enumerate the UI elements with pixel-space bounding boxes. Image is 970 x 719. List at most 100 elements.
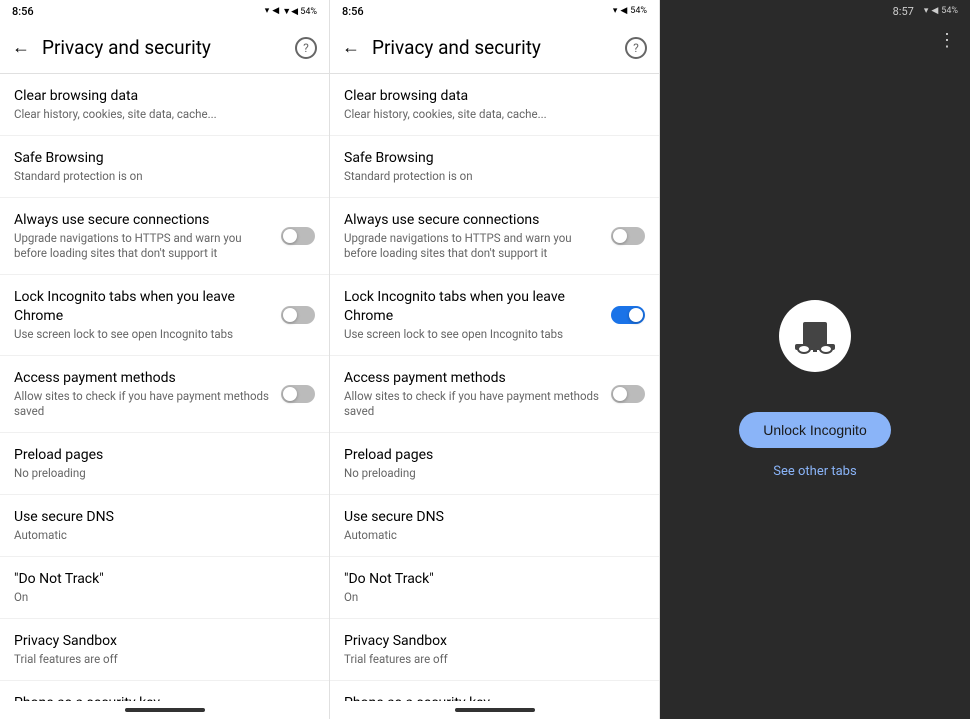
setting-item[interactable]: Clear browsing data Clear history, cookie… bbox=[330, 74, 659, 136]
glasses-bridge bbox=[813, 350, 817, 352]
setting-text: Lock Incognito tabs when you leave Chrom… bbox=[14, 288, 273, 341]
toggle-switch[interactable] bbox=[611, 227, 645, 245]
setting-text: Preload pagesNo preloading bbox=[344, 446, 645, 481]
setting-text: Clear browsing data Clear history, cookie… bbox=[344, 87, 645, 122]
setting-item[interactable]: "Do Not Track"On bbox=[330, 557, 659, 619]
setting-item[interactable]: Preload pagesNo preloading bbox=[0, 433, 329, 495]
setting-item[interactable]: Use secure DNS Automatic bbox=[330, 495, 659, 557]
back-button-1[interactable]: ← bbox=[12, 39, 30, 57]
setting-item[interactable]: Preload pagesNo preloading bbox=[330, 433, 659, 495]
setting-text: Phone as a security keyControl which dev… bbox=[344, 694, 645, 701]
setting-text: Lock Incognito tabs when you leave Chrom… bbox=[344, 288, 603, 341]
setting-item[interactable]: Safe Browsing Standard protection is on bbox=[0, 136, 329, 198]
setting-text: Use secure DNSAutomatic bbox=[14, 508, 315, 543]
toggle-switch[interactable] bbox=[281, 385, 315, 403]
status-icons-2: ▾ ◀ 54% bbox=[613, 6, 647, 16]
setting-item[interactable]: Privacy SandboxTrial features are off bbox=[0, 619, 329, 681]
header-2: ← Privacy and security ? bbox=[330, 22, 659, 74]
setting-item[interactable]: Safe Browsing Standard protection is on bbox=[330, 136, 659, 198]
setting-text: Always use secure connectionsUpgrade nav… bbox=[344, 211, 603, 261]
setting-subtitle: Allow sites to check if you have payment… bbox=[14, 389, 273, 419]
setting-title: Access payment methods bbox=[344, 369, 603, 387]
setting-text: Access payment methodsAllow sites to che… bbox=[14, 369, 273, 419]
battery-1: ▼◀ 54% bbox=[282, 6, 317, 17]
help-button-1[interactable]: ? bbox=[295, 37, 317, 59]
setting-item[interactable]: "Do Not Track"On bbox=[0, 557, 329, 619]
setting-item[interactable]: Clear browsing data Clear history, cookie… bbox=[0, 74, 329, 136]
setting-item[interactable]: Always use secure connectionsUpgrade nav… bbox=[330, 198, 659, 275]
setting-title: Clear browsing data bbox=[14, 87, 315, 105]
setting-text: "Do Not Track"On bbox=[14, 570, 315, 605]
setting-subtitle: Clear history, cookies, site data, cache… bbox=[14, 107, 315, 122]
help-button-2[interactable]: ? bbox=[625, 37, 647, 59]
setting-item[interactable]: Phone as a security keyControl which dev… bbox=[0, 681, 329, 701]
setting-item[interactable]: Use secure DNSAutomatic bbox=[0, 495, 329, 557]
setting-text: Safe Browsing Standard protection is on bbox=[14, 149, 315, 184]
unlock-incognito-button[interactable]: Unlock Incognito bbox=[739, 412, 891, 448]
setting-text: "Do Not Track"On bbox=[344, 570, 645, 605]
time-2: 8:56 bbox=[342, 5, 364, 18]
toggle-switch[interactable] bbox=[281, 306, 315, 324]
setting-text: Always use secure connectionsUpgrade nav… bbox=[14, 211, 273, 261]
setting-title: Phone as a security key bbox=[14, 694, 315, 701]
glasses-icon bbox=[795, 344, 835, 354]
glasses-left bbox=[797, 344, 811, 354]
incognito-avatar bbox=[779, 300, 851, 372]
status-bar-1: 8:56 ▾ ◀ ▼◀ 54% bbox=[0, 0, 329, 22]
nav-indicator-1 bbox=[125, 708, 205, 712]
setting-subtitle: Automatic bbox=[14, 528, 315, 543]
toggle-switch[interactable] bbox=[281, 227, 315, 245]
battery-2: 54% bbox=[630, 6, 647, 16]
setting-title: Safe Browsing bbox=[14, 149, 315, 167]
setting-subtitle: Trial features are off bbox=[14, 652, 315, 667]
setting-item[interactable]: Lock Incognito tabs when you leave Chrom… bbox=[330, 275, 659, 355]
setting-item[interactable]: Access payment methods Allow sites to che… bbox=[330, 356, 659, 433]
setting-item[interactable]: Access payment methodsAllow sites to che… bbox=[0, 356, 329, 433]
setting-title: Safe Browsing bbox=[344, 149, 645, 167]
setting-subtitle: Automatic bbox=[344, 528, 645, 543]
setting-subtitle: Use screen lock to see open Incognito ta… bbox=[344, 327, 603, 342]
status-icons-1: ▾ ◀ ▼◀ 54% bbox=[265, 6, 317, 17]
incognito-header: ⋮ bbox=[660, 22, 970, 59]
see-other-tabs-link[interactable]: See other tabs bbox=[773, 464, 856, 479]
setting-item[interactable]: Lock Incognito tabs when you leave Chrom… bbox=[0, 275, 329, 355]
settings-list-1: Clear browsing data Clear history, cookie… bbox=[0, 74, 329, 701]
setting-title: Lock Incognito tabs when you leave Chrom… bbox=[14, 288, 273, 324]
time-1: 8:56 bbox=[12, 5, 34, 18]
setting-subtitle: Trial features are off bbox=[344, 652, 645, 667]
signal-icon: ◀ bbox=[272, 6, 279, 16]
incognito-panel: 8:57 ▾ ◀ 54% ⋮ Unlock Incognito See othe… bbox=[660, 0, 970, 719]
hat-icon bbox=[795, 318, 835, 354]
incognito-wifi-icon: ▾ bbox=[924, 6, 929, 16]
setting-subtitle: Standard protection is on bbox=[14, 169, 315, 184]
setting-subtitle: On bbox=[344, 590, 645, 605]
incognito-time: 8:57 bbox=[893, 5, 914, 18]
header-1: ← Privacy and security ? bbox=[0, 22, 329, 74]
more-options-button[interactable]: ⋮ bbox=[938, 30, 956, 51]
settings-list-2: Clear browsing data Clear history, cookie… bbox=[330, 74, 659, 701]
back-button-2[interactable]: ← bbox=[342, 39, 360, 57]
setting-subtitle: Use screen lock to see open Incognito ta… bbox=[14, 327, 273, 342]
setting-subtitle: Clear history, cookies, site data, cache… bbox=[344, 107, 645, 122]
panel-2: 8:56 ▾ ◀ 54% ← Privacy and security ? Cl… bbox=[330, 0, 660, 719]
setting-title: Lock Incognito tabs when you leave Chrom… bbox=[344, 288, 603, 324]
setting-item[interactable]: Privacy SandboxTrial features are off bbox=[330, 619, 659, 681]
setting-item[interactable]: Always use secure connectionsUpgrade nav… bbox=[0, 198, 329, 275]
setting-text: Use secure DNS Automatic bbox=[344, 508, 645, 543]
setting-title: "Do Not Track" bbox=[14, 570, 315, 588]
page-title-1: Privacy and security bbox=[42, 36, 295, 59]
setting-title: Use secure DNS bbox=[344, 508, 645, 526]
setting-subtitle: Allow sites to check if you have payment… bbox=[344, 389, 603, 419]
setting-subtitle: Standard protection is on bbox=[344, 169, 645, 184]
setting-text: Phone as a security keyControl which dev… bbox=[14, 694, 315, 701]
incognito-status-bar: 8:57 ▾ ◀ 54% bbox=[660, 0, 970, 22]
setting-title: Phone as a security key bbox=[344, 694, 645, 701]
incognito-signal-icon: ◀ bbox=[931, 6, 938, 16]
setting-item[interactable]: Phone as a security keyControl which dev… bbox=[330, 681, 659, 701]
glasses-right bbox=[819, 344, 833, 354]
setting-title: Preload pages bbox=[344, 446, 645, 464]
toggle-switch[interactable] bbox=[611, 306, 645, 324]
incognito-content: Unlock Incognito See other tabs bbox=[739, 59, 891, 719]
toggle-switch[interactable] bbox=[611, 385, 645, 403]
setting-title: Clear browsing data bbox=[344, 87, 645, 105]
